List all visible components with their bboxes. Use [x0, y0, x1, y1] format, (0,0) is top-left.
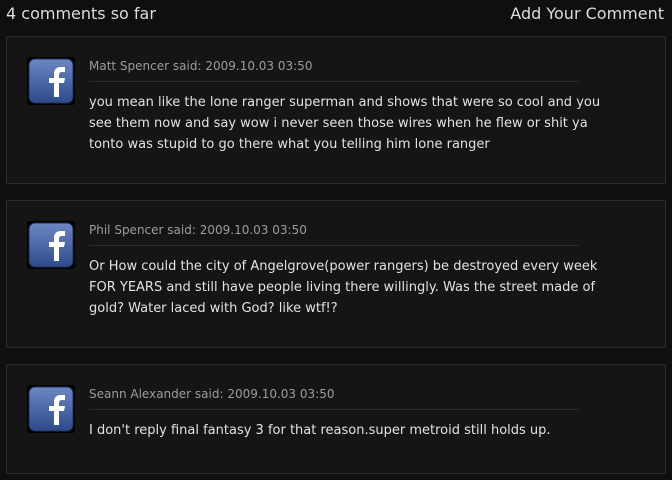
comment-item: Seann Alexander said: 2009.10.03 03:50 I… — [6, 364, 666, 474]
comments-header: 4 comments so far Add Your Comment — [0, 0, 672, 30]
comment-said: said: — [172, 59, 202, 73]
comment-meta: Seann Alexander said: 2009.10.03 03:50 — [89, 387, 579, 410]
comment-count: 4 comments so far — [6, 4, 156, 23]
comment-date: 2009.10.03 03:50 — [205, 59, 313, 73]
comment-text: you mean like the lone ranger superman a… — [89, 95, 601, 152]
facebook-icon — [27, 221, 75, 269]
comment-meta: Phil Spencer said: 2009.10.03 03:50 — [89, 223, 579, 246]
comment-item: Phil Spencer said: 2009.10.03 03:50 Or H… — [6, 200, 666, 348]
comment-meta: Matt Spencer said: 2009.10.03 03:50 — [89, 59, 579, 82]
comment-said: said: — [194, 387, 224, 401]
facebook-icon — [27, 385, 75, 433]
comment-date: 2009.10.03 03:50 — [199, 223, 307, 237]
comment-date: 2009.10.03 03:50 — [227, 387, 335, 401]
comment-text: I don't reply final fantasy 3 for that r… — [89, 423, 551, 438]
comment-item: Matt Spencer said: 2009.10.03 03:50 you … — [6, 36, 666, 184]
comment-author: Matt Spencer — [89, 59, 170, 73]
comment-author: Seann Alexander — [89, 387, 192, 401]
comment-author: Phil Spencer — [89, 223, 164, 237]
comment-text: Or How could the city of Angelgrove(powe… — [89, 259, 598, 316]
facebook-icon — [27, 57, 75, 105]
add-comment-link[interactable]: Add Your Comment — [510, 4, 664, 23]
comment-said: said: — [167, 223, 196, 237]
